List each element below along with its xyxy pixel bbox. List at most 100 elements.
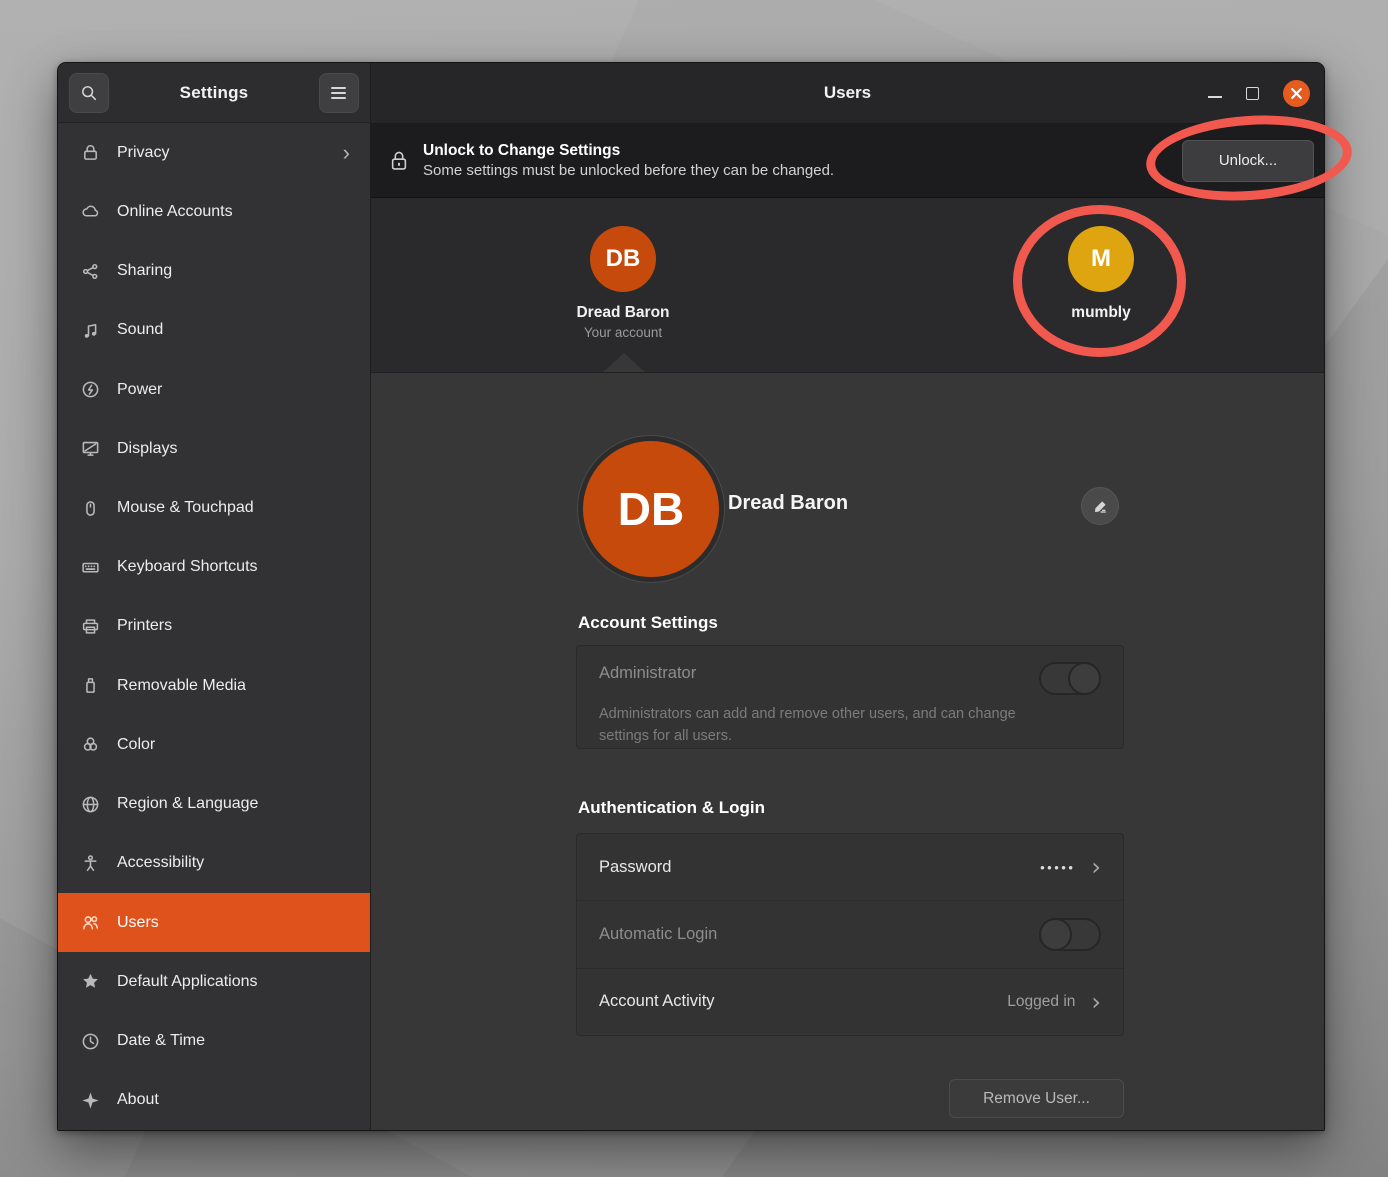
account-activity-row[interactable]: Account Activity Logged in › (577, 969, 1123, 1035)
main-area: Users Unlock to Change S (371, 63, 1324, 1130)
printer-icon (81, 617, 100, 636)
sidebar-item-about[interactable]: About (58, 1071, 370, 1130)
sidebar-item-online-accounts[interactable]: Online Accounts (58, 182, 370, 241)
usb-drive-icon (81, 676, 100, 695)
toggle-knob (1068, 662, 1101, 695)
sidebar-item-privacy[interactable]: Privacy › (58, 123, 370, 182)
carousel-user-mumbly[interactable]: M mumbly (1021, 226, 1181, 322)
sidebar-item-accessibility[interactable]: Accessibility (58, 834, 370, 893)
sidebar-item-label: Mouse & Touchpad (117, 499, 254, 517)
profile-avatar[interactable]: DB (578, 436, 724, 582)
administrator-label: Administrator (599, 664, 696, 683)
carousel-user-name: mumbly (1071, 304, 1130, 322)
keyboard-icon (81, 558, 100, 577)
close-icon (1290, 87, 1303, 100)
sidebar-item-label: Sound (117, 321, 163, 339)
music-note-icon (81, 321, 100, 340)
administrator-description: Administrators can add and remove other … (599, 704, 1019, 748)
administrator-toggle[interactable] (1039, 662, 1101, 695)
sidebar-item-label: Default Applications (117, 973, 258, 991)
chevron-right-icon: › (1091, 990, 1101, 1014)
sidebar-item-date-time[interactable]: Date & Time (58, 1012, 370, 1071)
toggle-knob (1039, 918, 1072, 951)
accessibility-person-icon (81, 854, 100, 873)
password-label: Password (599, 858, 671, 877)
primary-menu-button[interactable] (319, 73, 359, 113)
automatic-login-row: Automatic Login (577, 901, 1123, 968)
cloud-icon (81, 202, 100, 221)
sparkle-icon (81, 1091, 100, 1110)
user-detail-panel: DB Dread Baron Account Settings Administ… (371, 373, 1324, 1130)
avatar: M (1068, 226, 1134, 292)
remove-user-button[interactable]: Remove User... (949, 1079, 1124, 1118)
color-circles-icon (81, 735, 100, 754)
power-icon (81, 380, 100, 399)
automatic-login-label: Automatic Login (599, 925, 717, 944)
sidebar-item-label: Online Accounts (117, 203, 233, 221)
automatic-login-toggle[interactable] (1039, 918, 1101, 951)
unlock-texts: Unlock to Change Settings Some settings … (423, 142, 834, 179)
unlock-subtitle: Some settings must be unlocked before th… (423, 162, 834, 179)
sidebar-item-displays[interactable]: Displays (58, 419, 370, 478)
sidebar-titlebar[interactable]: Settings (58, 63, 370, 123)
sidebar-item-label: Color (117, 736, 155, 754)
account-activity-label: Account Activity (599, 992, 715, 1011)
sidebar-item-users[interactable]: Users (58, 893, 370, 952)
unlock-title: Unlock to Change Settings (423, 142, 834, 160)
sidebar-item-mouse-touchpad[interactable]: Mouse & Touchpad (58, 478, 370, 537)
sidebar-item-printers[interactable]: Printers (58, 597, 370, 656)
auth-login-heading: Authentication & Login (578, 798, 765, 818)
close-button[interactable] (1283, 80, 1310, 107)
administrator-card: Administrator Administrators can add and… (576, 645, 1124, 749)
lock-icon (81, 143, 100, 162)
sidebar-item-label: Sharing (117, 262, 172, 280)
account-activity-value: Logged in (1007, 993, 1075, 1011)
unlock-infobar: Unlock to Change Settings Some settings … (371, 124, 1324, 198)
user-carousel: DB Dread Baron Your account M mumbly (371, 198, 1324, 373)
sidebar-item-label: Displays (117, 440, 177, 458)
search-button[interactable] (69, 73, 109, 113)
sidebar-nav: Privacy › Online Accounts Sharing Sound … (58, 123, 370, 1130)
sidebar-item-label: Region & Language (117, 795, 258, 813)
sidebar-item-label: Power (117, 381, 162, 399)
password-row[interactable]: Password ••••• › (577, 834, 1123, 901)
sidebar-item-power[interactable]: Power (58, 360, 370, 419)
chevron-right-icon: › (1091, 855, 1101, 879)
sidebar-item-label: Accessibility (117, 854, 204, 872)
star-icon (81, 972, 100, 991)
settings-window: Settings Privacy › Online Accounts Shari… (57, 62, 1325, 1131)
clock-icon (81, 1032, 100, 1051)
sidebar-item-region-language[interactable]: Region & Language (58, 775, 370, 834)
sidebar-item-label: Printers (117, 617, 172, 635)
globe-icon (81, 795, 100, 814)
sidebar-item-removable-media[interactable]: Removable Media (58, 656, 370, 715)
share-nodes-icon (81, 262, 100, 281)
sidebar-item-keyboard-shortcuts[interactable]: Keyboard Shortcuts (58, 538, 370, 597)
lock-icon (389, 150, 409, 172)
sidebar-item-sound[interactable]: Sound (58, 301, 370, 360)
sidebar-item-label: Users (117, 914, 159, 932)
users-icon (81, 913, 100, 932)
display-icon (81, 439, 100, 458)
password-dots: ••••• (1040, 860, 1075, 875)
sidebar-item-sharing[interactable]: Sharing (58, 241, 370, 300)
sidebar-app-title: Settings (180, 83, 249, 103)
mouse-icon (81, 499, 100, 518)
pencil-icon (1092, 498, 1109, 515)
edit-name-button[interactable] (1081, 487, 1119, 525)
window-controls (1208, 80, 1324, 107)
unlock-button[interactable]: Unlock... (1182, 140, 1314, 182)
minimize-button[interactable] (1208, 96, 1222, 98)
sidebar-item-label: Date & Time (117, 1032, 205, 1050)
carousel-user-dread-baron[interactable]: DB Dread Baron Your account (543, 226, 703, 340)
page-title: Users (371, 83, 1324, 103)
hamburger-icon (331, 87, 346, 99)
chevron-right-icon: › (343, 142, 358, 164)
sidebar-item-label: Removable Media (117, 677, 246, 695)
sidebar-item-color[interactable]: Color (58, 715, 370, 774)
main-titlebar[interactable]: Users (371, 63, 1324, 124)
carousel-user-name: Dread Baron (576, 304, 669, 322)
sidebar-item-label: About (117, 1091, 159, 1109)
maximize-button[interactable] (1246, 87, 1259, 100)
sidebar-item-default-applications[interactable]: Default Applications (58, 952, 370, 1011)
